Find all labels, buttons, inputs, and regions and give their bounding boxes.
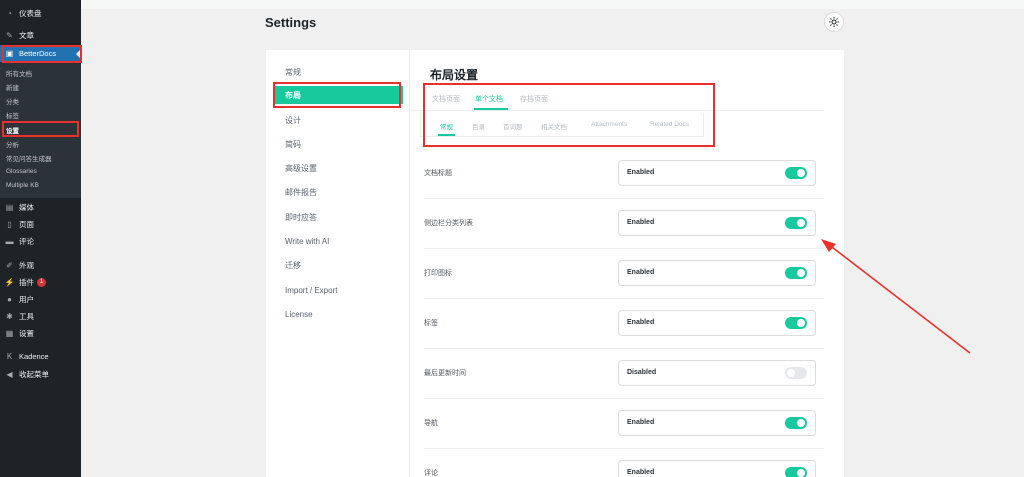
settings-nav: 常规 布局 设计 简码 高级设置 邮件报告 即时应答 Write with AI… [266,50,410,477]
setting-select[interactable]: Enabled [618,260,816,286]
menu-pages[interactable]: ▯ 页面 [0,216,81,232]
nav-import-export[interactable]: Import / Export [285,281,403,299]
toggle-knob [797,469,805,477]
menu-comments[interactable]: ▬ 评论 [0,233,81,249]
nav-general[interactable]: 常规 [285,63,403,81]
menu-kadence[interactable]: K Kadence [0,348,81,364]
toggle-knob [797,319,805,327]
menu-media[interactable]: ▤ 媒体 [0,199,81,215]
setting-toggle[interactable] [785,467,807,477]
submenu-categories[interactable]: 分类 [0,94,81,107]
toggle-knob [797,169,805,177]
nav-write-with-ai[interactable]: Write with AI [285,232,403,250]
nav-email-report[interactable]: 邮件报告 [285,183,403,201]
nav-shortcodes[interactable]: 简码 [285,135,403,153]
toggle-knob [797,269,805,277]
annotation-box-tabs [423,83,715,147]
setting-toggle[interactable] [785,167,807,179]
submenu-all-docs[interactable]: 所有文档 [0,66,81,79]
submenu-faq-builder[interactable]: 常见问答生成器 [0,151,81,164]
setting-row: 评论 Enabled [424,449,824,477]
setting-row: 侧边栏分类列表 Enabled [424,199,824,249]
menu-appearance[interactable]: ✐ 外观 [0,257,81,273]
menu-tools[interactable]: ✱ 工具 [0,308,81,324]
nav-migration[interactable]: 迁移 [285,256,403,274]
setting-toggle[interactable] [785,217,807,229]
setting-label: 侧边栏分类列表 [424,220,473,227]
setting-select[interactable]: Enabled [618,460,816,477]
setting-row: 标签 Enabled [424,299,824,349]
setting-value: Disabled [627,369,657,376]
page-title: Settings [265,15,317,30]
annotation-box-betterdocs [2,45,82,63]
setting-value: Enabled [627,219,655,226]
nav-license[interactable]: License [285,305,403,323]
setting-value: Enabled [627,419,655,426]
setting-select[interactable]: Enabled [618,310,816,336]
submenu-analytics[interactable]: 分析 [0,137,81,150]
setting-value: Enabled [627,269,655,276]
annotation-box-layout-nav [273,82,401,108]
submenu-glossaries[interactable]: Glossaries [0,165,81,178]
pin-icon: ✎ [6,30,13,40]
setting-row: 最后更新时间 Disabled [424,349,824,399]
setting-row: 导航 Enabled [424,399,824,449]
setting-label: 最后更新时间 [424,370,466,377]
setting-toggle[interactable] [785,317,807,329]
setting-label: 文档标题 [424,170,452,177]
setting-label: 打印图标 [424,270,452,277]
nav-instant-answer[interactable]: 即时应答 [285,208,403,226]
setting-label: 标签 [424,320,438,327]
setting-row: 打印图标 Enabled [424,249,824,299]
menu-collapse[interactable]: ◀ 收起菜单 [0,366,81,382]
setting-select[interactable]: Enabled [618,210,816,236]
wrench-icon: ✱ [6,311,13,321]
menu-users[interactable]: ● 用户 [0,291,81,307]
nav-design[interactable]: 设计 [285,111,403,129]
brush-icon: ✐ [6,260,13,270]
setting-toggle[interactable] [785,417,807,429]
setting-label: 导航 [424,420,438,427]
nav-advanced[interactable]: 高级设置 [285,159,403,177]
submenu-new[interactable]: 新建 [0,80,81,93]
toggle-knob [787,369,795,377]
setting-toggle[interactable] [785,367,807,379]
plugin-icon: ⚡ [4,277,15,287]
plugins-update-badge: 1 [37,277,46,287]
user-icon: ● [7,294,12,304]
theme-toggle-button[interactable] [824,12,844,32]
menu-settings[interactable]: ▦ 设置 [0,325,81,341]
kadence-icon: K [6,351,13,361]
comment-icon: ▬ [5,236,14,246]
menu-posts[interactable]: ✎ 文章 [0,27,81,43]
sun-icon [829,17,839,27]
top-strip [81,0,1024,9]
setting-label: 评论 [424,470,438,477]
menu-plugins[interactable]: ⚡ 插件 1 [0,274,81,290]
submenu-tags[interactable]: 标签 [0,108,81,121]
setting-value: Enabled [627,169,655,176]
settings-icon: ▦ [5,328,14,338]
admin-sidebar: ◔ 仪表盘 ✎ 文章 ▣ BetterDocs 所有文档 新建 分类 标签 设置 分析… [0,0,81,477]
submenu-multiple-kb[interactable]: Multiple KB [0,179,81,192]
dashboard-icon: ◔ [7,8,12,18]
annotation-box-settings [2,121,79,137]
setting-value: Enabled [627,319,655,326]
annotation-arrow [821,239,971,354]
media-icon: ▤ [5,202,14,212]
layout-settings-title: 布局设置 [430,68,479,82]
page-icon: ▯ [7,219,12,229]
toggle-knob [797,219,805,227]
setting-select[interactable]: Enabled [618,160,816,186]
toggle-knob [797,419,805,427]
setting-value: Enabled [627,469,655,476]
setting-select[interactable]: Disabled [618,360,816,386]
setting-toggle[interactable] [785,267,807,279]
setting-row: 文档标题 Enabled [424,149,824,199]
menu-dashboard[interactable]: ◔ 仪表盘 [0,5,81,21]
setting-select[interactable]: Enabled [618,410,816,436]
collapse-icon: ◀ [6,369,13,379]
